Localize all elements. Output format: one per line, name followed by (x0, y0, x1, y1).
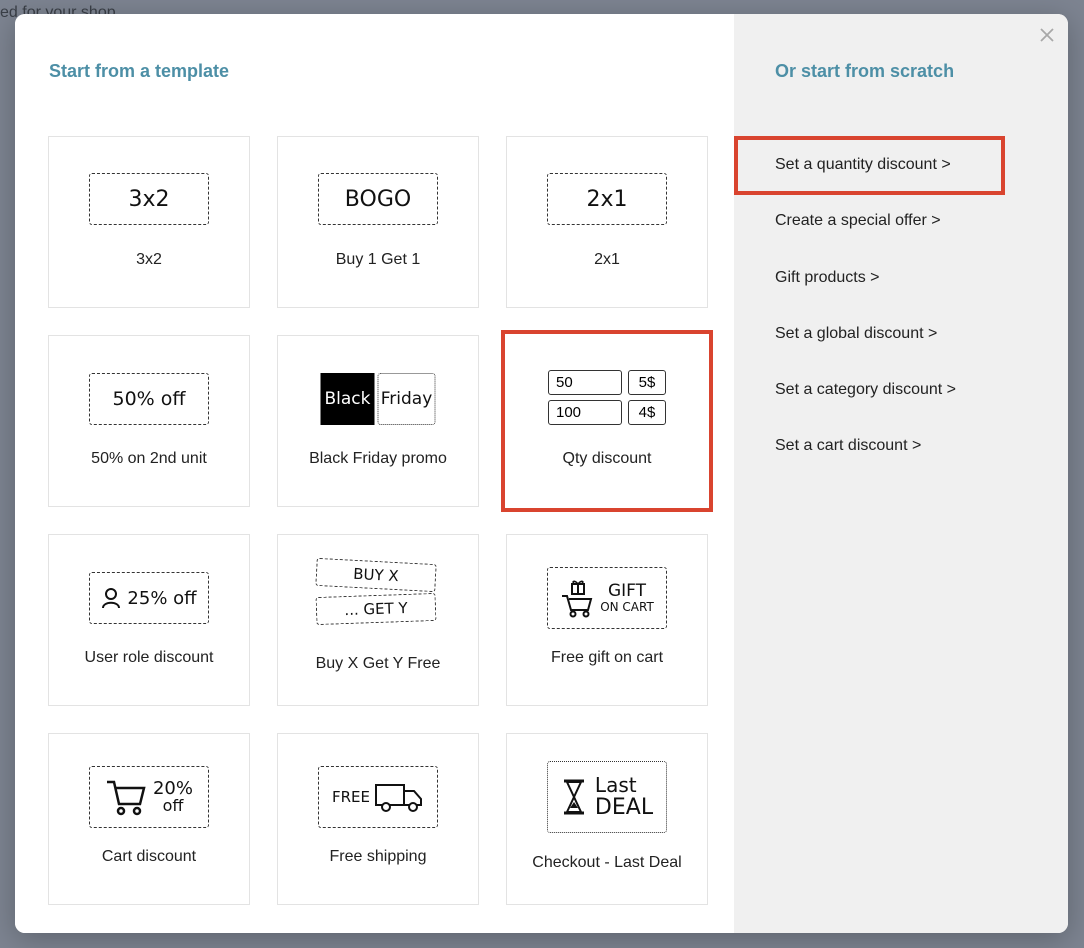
scratch-cart-discount[interactable]: Set a cart discount > (775, 435, 956, 491)
buy-x-tag: BUY X (315, 557, 437, 593)
template-card-user-role[interactable]: 25% off User role discount (48, 534, 250, 706)
scratch-global-discount[interactable]: Set a global discount > (775, 323, 956, 379)
free-shipping-icon: FREE (318, 766, 438, 828)
template-card-qty-discount[interactable]: 50 5$ 100 4$ Qty discount (501, 330, 713, 512)
last-text: Last (594, 772, 637, 797)
scratch-gift-products[interactable]: Gift products > (775, 267, 956, 323)
template-card-cart-discount[interactable]: 20% off Cart discount (48, 733, 250, 905)
template-card-last-deal[interactable]: Last DEAL Checkout - Last Deal (506, 733, 708, 905)
qty-cell: 100 (548, 400, 622, 425)
price-cell: 5$ (628, 370, 666, 395)
last-deal-icon: Last DEAL (547, 761, 667, 833)
template-label: 2x1 (594, 251, 620, 268)
template-3x2-icon: 3x2 (89, 173, 209, 225)
template-card-free-gift[interactable]: GIFT ON CART Free gift on cart (506, 534, 708, 706)
template-card-2x1[interactable]: 2x1 2x1 (506, 136, 708, 308)
close-icon (1040, 28, 1054, 42)
template-label: Free shipping (329, 848, 427, 865)
on-cart-text: ON CART (600, 599, 654, 614)
template-card-black-friday[interactable]: Black Friday Black Friday promo (277, 335, 479, 507)
template-label: Black Friday promo (309, 450, 447, 467)
free-text: FREE (331, 788, 370, 806)
template-label: Qty discount (562, 450, 652, 467)
free-gift-icon: GIFT ON CART (547, 567, 667, 629)
template-label: Buy X Get Y Free (315, 655, 441, 672)
qty-table-icon: 50 5$ 100 4$ (548, 370, 666, 425)
template-label: Checkout - Last Deal (532, 854, 682, 871)
template-grid: 3x2 3x2 BOGO Buy 1 Get 1 2x1 2x1 50% off… (48, 136, 713, 905)
hourglass-icon (563, 779, 584, 815)
template-card-3x2[interactable]: 3x2 3x2 (48, 136, 250, 308)
deal-text: DEAL (594, 794, 654, 820)
gift-text: GIFT (607, 581, 647, 602)
cart-icon (106, 780, 146, 816)
template-pane: Start from a template 3x2 3x2 BOGO Buy 1… (15, 14, 734, 933)
black-tag: Black (320, 373, 375, 425)
qty-cell: 50 (548, 370, 622, 395)
template-2x1-icon: 2x1 (547, 173, 667, 225)
close-button[interactable] (1036, 24, 1058, 46)
template-card-buy-x-get-y[interactable]: BUY X ... GET Y Buy X Get Y Free (277, 534, 479, 706)
scratch-category-discount[interactable]: Set a category discount > (775, 379, 956, 435)
truck-icon (375, 784, 422, 812)
template-label: 50% on 2nd unit (91, 450, 207, 467)
off-text: off (162, 796, 184, 815)
scratch-section-title: Or start from scratch (775, 61, 955, 81)
template-card-bogo[interactable]: BOGO Buy 1 Get 1 (277, 136, 479, 308)
scratch-quantity-discount[interactable]: Set a quantity discount > (775, 154, 956, 210)
template-label: Buy 1 Get 1 (335, 251, 421, 268)
template-label: Cart discount (101, 848, 197, 865)
template-label: User role discount (84, 649, 214, 666)
user-icon (102, 588, 121, 609)
template-50-off-icon: 50% off (89, 373, 209, 425)
get-y-tag: ... GET Y (315, 592, 437, 626)
price-cell: 4$ (628, 400, 666, 425)
template-label: 3x2 (136, 251, 162, 268)
template-label: Free gift on cart (550, 649, 664, 666)
scratch-pane: Or start from scratch Set a quantity dis… (734, 14, 1068, 933)
template-bogo-icon: BOGO (318, 173, 438, 225)
user-role-icon-text: 25% off (127, 587, 197, 609)
user-role-icon: 25% off (89, 572, 209, 624)
scratch-special-offer[interactable]: Create a special offer > (775, 210, 956, 266)
gift-cart-icon (562, 580, 593, 618)
buy-x-get-y-icon: BUY X ... GET Y (315, 557, 440, 626)
friday-tag: Friday (377, 373, 436, 425)
template-modal: Start from a template 3x2 3x2 BOGO Buy 1… (15, 14, 1068, 933)
cart-discount-icon: 20% off (89, 766, 209, 828)
template-card-free-shipping[interactable]: FREE Free shipping (277, 733, 479, 905)
template-card-50-off[interactable]: 50% off 50% on 2nd unit (48, 335, 250, 507)
black-friday-icon: Black Friday (320, 373, 436, 425)
scratch-options: Set a quantity discount > Create a speci… (775, 154, 956, 492)
template-section-title: Start from a template (49, 61, 230, 81)
